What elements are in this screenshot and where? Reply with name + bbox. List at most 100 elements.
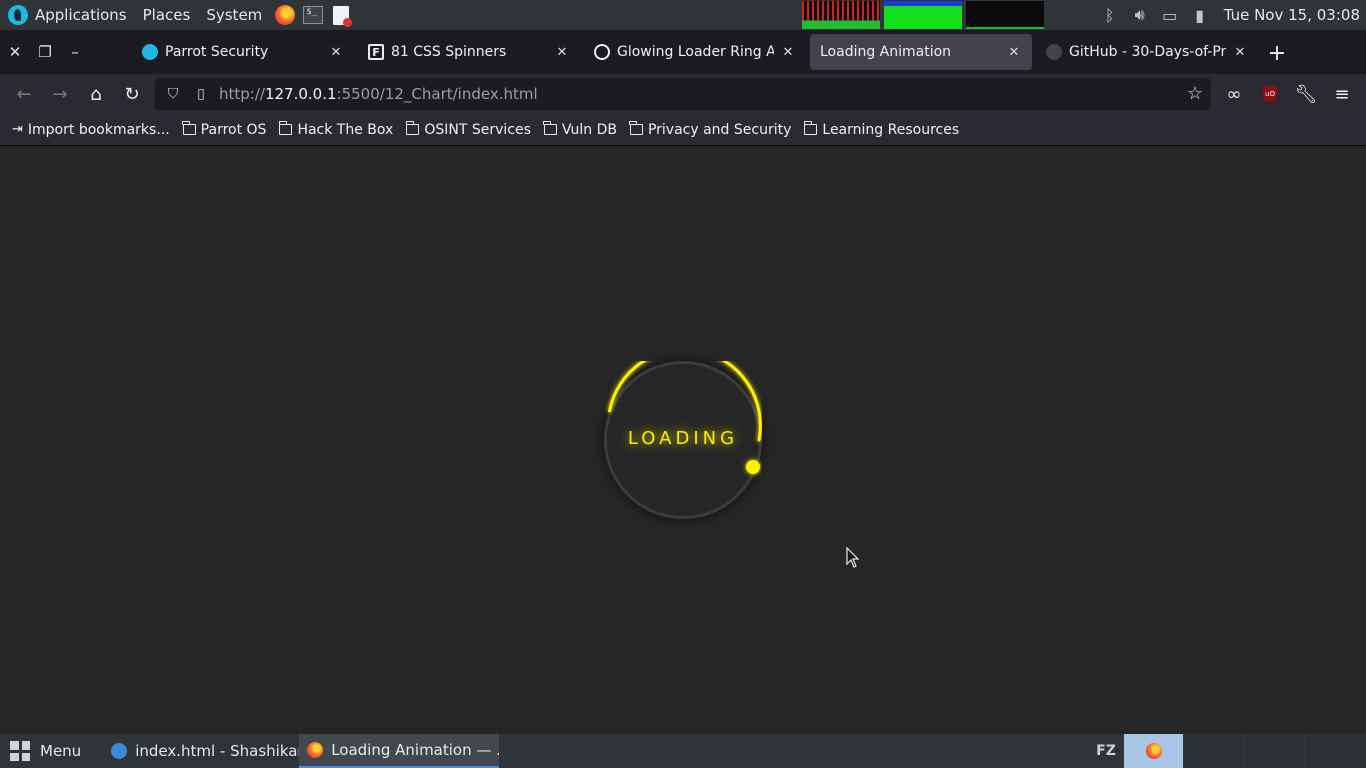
- toolbar-extensions: ∞ uO 🔧︎ ≡: [1216, 78, 1360, 110]
- terminal-icon: $_: [303, 6, 324, 24]
- taskbar-item-vscode[interactable]: index.html - Shashikant...: [103, 734, 299, 768]
- bookmark-label: Parrot OS: [200, 121, 267, 138]
- folder-icon: [629, 121, 643, 135]
- app-menu-button[interactable]: ≡: [1324, 78, 1360, 110]
- home-button[interactable]: ⌂: [78, 78, 114, 110]
- applications-menu-label: Applications: [35, 6, 127, 24]
- terminal-launcher[interactable]: $_: [300, 3, 326, 27]
- workspace-4[interactable]: [1306, 734, 1366, 768]
- tab-close-icon[interactable]: ✕: [554, 45, 570, 60]
- firefox-icon: [1145, 743, 1162, 759]
- bookmark-label: Learning Resources: [822, 121, 960, 138]
- new-tab-button[interactable]: +: [1264, 42, 1290, 68]
- bookmark-label: Privacy and Security: [647, 121, 792, 138]
- document-icon: [333, 5, 353, 27]
- url-scheme: http://: [219, 85, 265, 103]
- reload-button[interactable]: ↻: [114, 78, 150, 110]
- taskbar-item-firefox[interactable]: Loading Animation — ...: [299, 734, 500, 768]
- import-icon: ⇥: [12, 122, 23, 137]
- bookmark-label: Import bookmarks...: [27, 121, 170, 138]
- filezilla-tray-icon[interactable]: FZ: [1092, 734, 1120, 768]
- system-tray: ᛒ 🔊︎ ▭ ▮ Tue Nov 15, 03:08: [1100, 0, 1360, 30]
- firefox-icon: [275, 5, 296, 25]
- bookmark-folder-hack-the-box[interactable]: Hack The Box: [278, 121, 393, 138]
- loader-dot: [746, 460, 760, 474]
- bookmark-folder-parrot-os[interactable]: Parrot OS: [182, 121, 267, 138]
- parrot-logo-icon: [8, 5, 28, 25]
- window-minimize-button[interactable]: –: [60, 30, 90, 74]
- bookmark-folder-osint-services[interactable]: OSINT Services: [405, 121, 531, 138]
- arrow-left-icon: ←: [16, 83, 32, 105]
- mask-icon: ∞: [1226, 83, 1242, 105]
- display-icon[interactable]: ▭: [1160, 5, 1180, 25]
- ublock-button[interactable]: uO: [1252, 78, 1288, 110]
- vscode-icon: [111, 743, 128, 759]
- folder-icon: [405, 121, 420, 135]
- developer-tools-button[interactable]: 🔧︎: [1288, 78, 1324, 110]
- folder-icon: [278, 121, 293, 135]
- parrot-favicon-icon: [142, 44, 158, 60]
- tab-title: GitHub - 30-Days-of-Proj: [1069, 44, 1226, 60]
- tab-glowing-loader[interactable]: Glowing Loader Ring Anim ✕: [584, 34, 806, 70]
- reload-icon: ↻: [124, 83, 140, 105]
- tab-close-icon[interactable]: ✕: [780, 45, 796, 60]
- f-favicon-icon: F: [368, 44, 384, 60]
- shield-icon[interactable]: ⛉: [163, 86, 183, 102]
- bookmark-import[interactable]: ⇥ Import bookmarks...: [12, 122, 170, 138]
- workspace-3[interactable]: [1246, 734, 1304, 768]
- minimize-icon: –: [71, 43, 79, 61]
- bookmark-folder-vuln-db[interactable]: Vuln DB: [543, 121, 617, 138]
- bookmark-folder-learning-resources[interactable]: Learning Resources: [803, 121, 960, 138]
- applications-menu[interactable]: Applications: [0, 0, 135, 30]
- cpu-graph: [802, 1, 880, 29]
- tab-title: Loading Animation: [820, 44, 952, 60]
- page-icon[interactable]: ▯: [191, 86, 211, 102]
- firefox-launcher[interactable]: [272, 3, 298, 27]
- bookmark-folder-privacy-security[interactable]: Privacy and Security: [629, 121, 792, 138]
- close-icon: ✕: [8, 43, 22, 61]
- battery-icon[interactable]: ▮: [1190, 5, 1210, 25]
- grid-icon: [10, 741, 30, 761]
- tab-close-icon[interactable]: ✕: [1006, 45, 1022, 60]
- memory-graph: [884, 1, 962, 29]
- volume-icon[interactable]: 🔊︎: [1130, 5, 1150, 25]
- bookmarks-toolbar: ⇥ Import bookmarks... Parrot OS Hack The…: [0, 114, 1366, 146]
- start-menu-button[interactable]: Menu: [0, 734, 91, 768]
- bluetooth-icon[interactable]: ᛒ: [1100, 5, 1120, 25]
- tab-title: 81 CSS Spinners: [391, 44, 507, 60]
- tab-close-icon[interactable]: ✕: [1232, 45, 1248, 60]
- text-editor-launcher[interactable]: [328, 3, 354, 27]
- workspace-2[interactable]: [1185, 734, 1244, 768]
- back-button[interactable]: ←: [6, 78, 42, 110]
- tab-loading-animation[interactable]: Loading Animation ✕: [810, 34, 1032, 70]
- url-host: 127.0.0.1: [264, 85, 337, 103]
- home-icon: ⌂: [90, 83, 102, 105]
- tab-close-icon[interactable]: ✕: [328, 45, 344, 60]
- system-monitor[interactable]: [802, 1, 1044, 29]
- network-graph: [966, 1, 1044, 29]
- system-menu[interactable]: System: [198, 0, 270, 30]
- window-restore-button[interactable]: ❐: [30, 30, 60, 74]
- places-menu-label: Places: [142, 6, 191, 24]
- private-browsing-button[interactable]: ∞: [1216, 78, 1252, 110]
- taskbar-item-label: Loading Animation — ...: [331, 741, 500, 759]
- forward-button[interactable]: →: [42, 78, 78, 110]
- places-menu[interactable]: Places: [135, 0, 199, 30]
- tab-parrot-security[interactable]: Parrot Security ✕: [132, 34, 354, 70]
- taskbar-item-label: index.html - Shashikant...: [135, 742, 299, 760]
- url-path: :5500/12_Chart/index.html: [336, 85, 538, 103]
- bookmark-star-icon[interactable]: ☆: [1187, 83, 1203, 104]
- arrow-right-icon: →: [52, 83, 68, 105]
- navigation-toolbar: ← → ⌂ ↻ ⛉ ▯ http://127.0.0.1:5500/12_Cha…: [0, 74, 1366, 114]
- clock[interactable]: Tue Nov 15, 03:08: [1224, 6, 1360, 24]
- wrench-icon: 🔧︎: [1294, 83, 1318, 105]
- tab-css-spinners[interactable]: F 81 CSS Spinners ✕: [358, 34, 580, 70]
- workspace-1[interactable]: [1124, 734, 1183, 768]
- folder-icon: [182, 121, 196, 135]
- restore-icon: ❐: [38, 43, 52, 61]
- url-bar[interactable]: ⛉ ▯ http://127.0.0.1:5500/12_Chart/index…: [155, 78, 1211, 110]
- tab-github[interactable]: GitHub - 30-Days-of-Proj ✕: [1036, 34, 1258, 70]
- hamburger-icon: ≡: [1334, 83, 1350, 105]
- codepen-favicon-icon: [594, 44, 610, 60]
- window-close-button[interactable]: ✕: [0, 30, 30, 74]
